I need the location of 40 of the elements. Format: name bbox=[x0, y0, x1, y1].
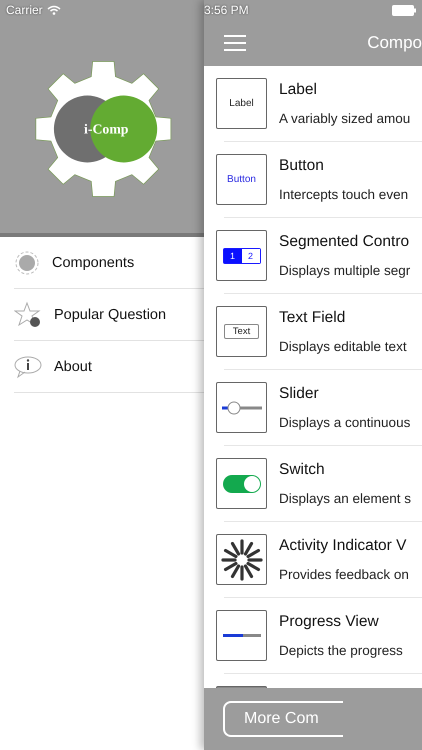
component-title: Segmented Contro bbox=[279, 233, 410, 251]
component-title: Slider bbox=[279, 385, 320, 403]
label-preview: Label bbox=[229, 98, 254, 109]
component-title: Button bbox=[279, 157, 325, 175]
component-title: Progress View bbox=[279, 613, 380, 631]
component-title: Label bbox=[279, 81, 318, 99]
nav-title: Compo bbox=[367, 33, 422, 53]
component-row[interactable]: Button Button Intercepts touch even bbox=[204, 142, 422, 217]
component-description: Depicts the progress bbox=[279, 643, 403, 658]
component-title: Text Field bbox=[279, 309, 346, 327]
logo-text: i-Comp bbox=[84, 121, 128, 136]
gear-icon bbox=[14, 250, 40, 276]
info-bubble-icon bbox=[14, 354, 42, 378]
slider-preview bbox=[222, 400, 262, 414]
component-row[interactable]: Slider Displays a continuous bbox=[204, 370, 422, 445]
component-row[interactable]: Switch Displays an element s bbox=[204, 446, 422, 521]
text-field-preview: Text bbox=[224, 324, 260, 339]
component-row[interactable]: 1 2 Segmented Contro Displays multiple segr bbox=[204, 218, 422, 293]
wifi-icon bbox=[46, 5, 61, 15]
menu-icon[interactable] bbox=[224, 35, 246, 51]
component-row[interactable]: Activity Indicator V Provides feedback on bbox=[204, 522, 422, 597]
component-title: Activity Indicator V bbox=[279, 537, 408, 555]
component-description: Displays an element s bbox=[279, 491, 412, 506]
carrier-label: Carrier bbox=[6, 3, 43, 17]
component-description: Provides feedback on bbox=[279, 567, 409, 582]
button-preview: Button bbox=[227, 174, 256, 185]
component-description: Displays multiple segr bbox=[279, 263, 410, 278]
component-row[interactable]: Label Label A variably sized amou bbox=[204, 66, 422, 141]
progress-bar-preview bbox=[222, 634, 260, 637]
component-description: Displays editable text bbox=[279, 339, 407, 354]
component-description: Intercepts touch even bbox=[279, 187, 408, 202]
segmented-control-preview: 1 2 bbox=[222, 248, 260, 264]
component-title: Switch bbox=[279, 461, 326, 479]
component-description: Displays a continuous bbox=[279, 415, 410, 430]
component-row[interactable]: Text Text Field Displays editable text bbox=[204, 294, 422, 369]
component-description: A variably sized amou bbox=[279, 111, 410, 126]
battery-icon bbox=[392, 4, 416, 16]
star-question-icon bbox=[14, 300, 42, 328]
component-row[interactable]: Progress View Depicts the progress bbox=[204, 598, 422, 673]
time-label: 3:56 PM bbox=[204, 3, 249, 17]
